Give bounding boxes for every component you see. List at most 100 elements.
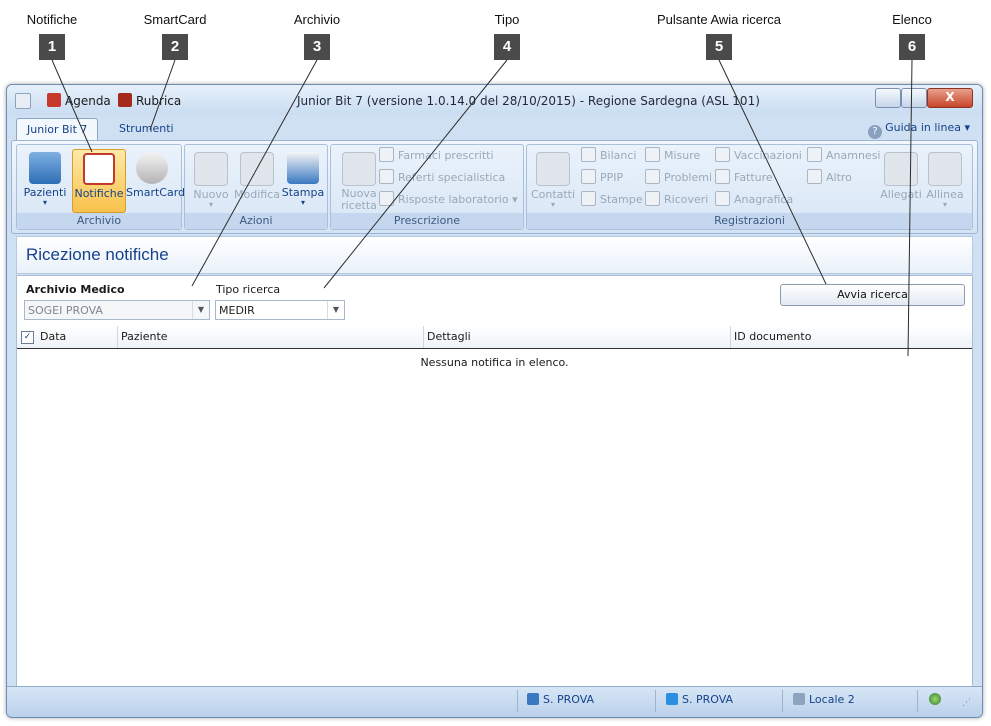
- status-divider: [655, 690, 656, 712]
- calendar-icon[interactable]: [47, 93, 61, 107]
- modifica-button[interactable]: Modifica: [231, 149, 283, 211]
- printer-icon: [287, 152, 319, 184]
- address-book-icon[interactable]: [118, 93, 132, 107]
- archivio-medico-value: SOGEI PROVA: [28, 304, 103, 317]
- pazienti-button[interactable]: Pazienti ▾: [19, 149, 71, 211]
- column-paziente[interactable]: Paziente: [117, 326, 421, 348]
- group-label-registrazioni: Registrazioni: [527, 213, 972, 229]
- ribbon-group-prescrizione: Nuova ricetta Farmaci prescritti Referti …: [330, 144, 524, 230]
- window-title: Junior Bit 7 (versione 1.0.14.0 del 28/1…: [297, 94, 760, 108]
- smartcard-reader-icon: [136, 152, 168, 184]
- content-area: Archivio Medico SOGEI PROVA ▼ Tipo ricer…: [16, 275, 973, 687]
- status-database: S. PROVA: [666, 693, 733, 706]
- smartcard-button[interactable]: SmartCard: [126, 149, 185, 211]
- app-menu-icon[interactable]: [15, 93, 31, 109]
- misure-button[interactable]: Misure: [645, 147, 700, 165]
- chevron-down-icon: ▼: [192, 301, 209, 319]
- callout-number-5: 5: [706, 34, 732, 60]
- callout-label-tipo: Tipo: [494, 12, 520, 27]
- group-label-azioni: Azioni: [185, 213, 327, 229]
- database-icon: [666, 693, 678, 705]
- resize-grip-icon[interactable]: ⋰: [962, 698, 971, 708]
- ribbon-group-registrazioni: Contatti ▾ Bilanci PPIP Stampe Misure Pro…: [526, 144, 973, 230]
- ribbon-group-archivio: Pazienti ▾ Notifiche SmartCard Archivio: [16, 144, 185, 230]
- column-id-documento[interactable]: ID documento: [730, 326, 964, 348]
- ricoveri-button[interactable]: Ricoveri: [645, 191, 708, 209]
- notification-icon: [83, 153, 115, 185]
- status-divider: [782, 690, 783, 712]
- status-divider: [517, 690, 518, 712]
- nuova-ricetta-button[interactable]: Nuova ricetta: [333, 149, 385, 212]
- lab-icon: [379, 191, 394, 206]
- help-label: Guida in linea: [885, 121, 961, 134]
- chevron-down-icon: ▼: [327, 301, 344, 319]
- fatture-button[interactable]: Fatture: [715, 169, 773, 187]
- farmaci-prescritti-button[interactable]: Farmaci prescritti: [379, 147, 494, 165]
- close-button[interactable]: X: [927, 88, 973, 108]
- rubrica-button[interactable]: Rubrica: [136, 94, 181, 108]
- computer-icon: [793, 693, 805, 705]
- status-user: S. PROVA: [527, 693, 594, 706]
- paperclip-icon: [884, 152, 918, 186]
- select-all-checkbox[interactable]: ✓: [21, 331, 34, 344]
- anamnesi-button[interactable]: Anamnesi: [807, 147, 880, 165]
- problem-icon: [645, 169, 660, 184]
- stampa-button[interactable]: Stampa ▾: [277, 149, 329, 211]
- callout-label-notifiche: Notifiche: [26, 12, 78, 27]
- contatti-button[interactable]: Contatti ▾: [527, 149, 579, 211]
- tab-strumenti[interactable]: Strumenti: [109, 118, 184, 140]
- app-window: Agenda Rubrica Junior Bit 7 (versione 1.…: [6, 84, 983, 718]
- callout-label-avvia: Pulsante Awia ricerca: [656, 12, 782, 27]
- maximize-button[interactable]: [901, 88, 927, 108]
- grid-header: ✓ Data Paziente Dettagli ID documento: [17, 326, 972, 349]
- ribbon-group-azioni: Nuovo ▾ Modifica Stampa ▾ Azioni: [184, 144, 328, 230]
- callout-label-archivio: Archivio: [293, 12, 341, 27]
- sync-icon: [928, 152, 962, 186]
- group-label-prescrizione: Prescrizione: [331, 213, 523, 229]
- allinea-button[interactable]: Allinea ▾: [919, 149, 971, 211]
- bilanci-button[interactable]: Bilanci: [581, 147, 636, 165]
- tipo-ricerca-label: Tipo ricerca: [216, 283, 281, 296]
- patients-icon: [29, 152, 61, 184]
- nuovo-button[interactable]: Nuovo ▾: [185, 149, 237, 211]
- chevron-down-icon: ▾: [964, 121, 970, 134]
- callout-number-6: 6: [899, 34, 925, 60]
- archivio-medico-select[interactable]: SOGEI PROVA ▼: [24, 300, 210, 320]
- altro-button[interactable]: Altro: [807, 169, 852, 187]
- problemi-button[interactable]: Problemi: [645, 169, 712, 187]
- group-label-archivio: Archivio: [17, 213, 181, 229]
- tipo-ricerca-select[interactable]: MEDIR ▼: [215, 300, 345, 320]
- help-icon: ?: [868, 125, 883, 139]
- column-data[interactable]: Data: [37, 326, 116, 348]
- column-dettagli[interactable]: Dettagli: [423, 326, 727, 348]
- invoice-icon: [715, 169, 730, 184]
- notifiche-button[interactable]: Notifiche: [72, 149, 126, 213]
- referti-specialistica-button[interactable]: Referti specialistica: [379, 169, 505, 187]
- syringe-icon: [715, 147, 730, 162]
- vaccinazioni-button[interactable]: Vaccinazioni: [715, 147, 802, 165]
- page-header: Ricezione notifiche: [16, 236, 973, 274]
- risposte-laboratorio-button[interactable]: Risposte laboratorio ▾: [379, 191, 518, 209]
- status-location: Locale 2: [793, 693, 855, 706]
- title-bar: Agenda Rubrica Junior Bit 7 (versione 1.…: [7, 85, 982, 115]
- ppip-button[interactable]: PPIP: [581, 169, 623, 187]
- edit-icon: [240, 152, 274, 186]
- pill-icon: [379, 147, 394, 162]
- agenda-button[interactable]: Agenda: [65, 94, 111, 108]
- stampe-button[interactable]: Stampe: [581, 191, 643, 209]
- callout-number-2: 2: [162, 34, 188, 60]
- anagrafica-button[interactable]: Anagrafica: [715, 191, 793, 209]
- heart-icon: [807, 147, 822, 162]
- callout-label-elenco: Elenco: [892, 12, 932, 27]
- minimize-button[interactable]: [875, 88, 901, 108]
- empty-list-message: Nessuna notifica in elenco.: [420, 356, 569, 369]
- help-menu[interactable]: ? Guida in linea ▾: [868, 121, 970, 139]
- contact-card-icon: [536, 152, 570, 186]
- globe-icon: [929, 693, 945, 706]
- specialist-icon: [379, 169, 394, 184]
- tipo-ricerca-value: MEDIR: [219, 304, 255, 317]
- tab-junior-bit[interactable]: Junior Bit 7: [16, 118, 99, 141]
- avvia-ricerca-button[interactable]: Avvia ricerca: [780, 284, 965, 306]
- checkbox-icon: [581, 147, 596, 162]
- new-document-icon: [194, 152, 228, 186]
